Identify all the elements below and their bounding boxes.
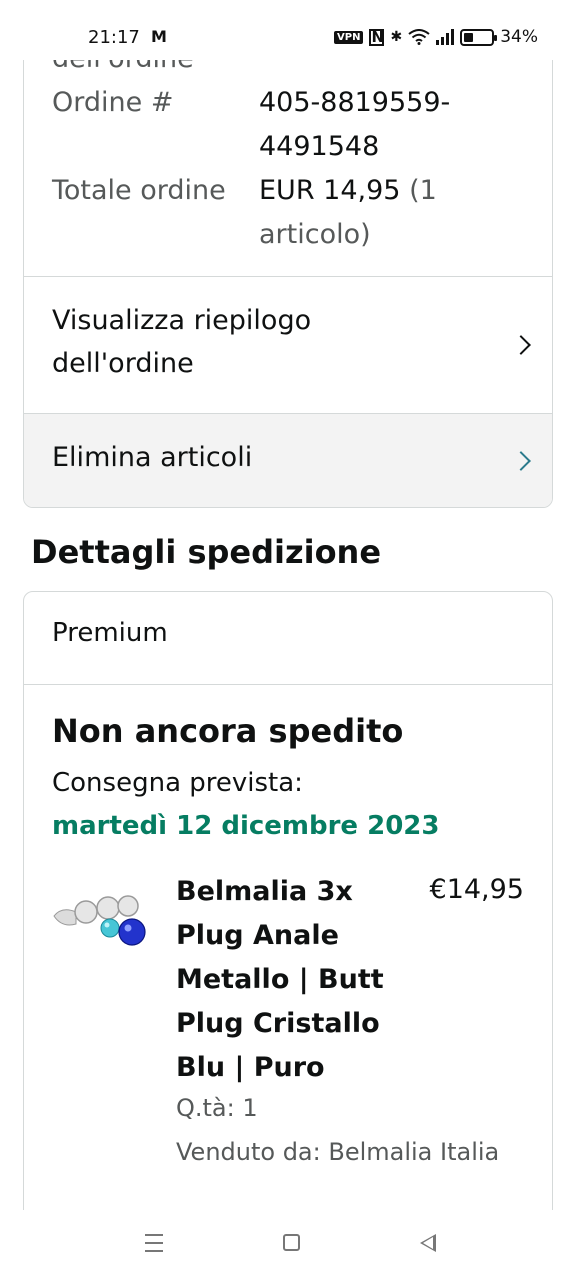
clock: 21:17 [88,27,140,48]
shipping-service: Premium [52,618,168,648]
back-icon[interactable] [420,1234,436,1252]
order-info-card: dell'ordine Ordine # 405-8819559-4491548… [23,20,553,508]
delivery-label: Consegna prevista: [52,768,303,798]
order-total-amount: EUR 14,95 [259,175,401,206]
delete-items-row[interactable]: Elimina articoli [24,414,552,507]
chevron-right-icon [511,451,531,471]
status-icons: VPN N ✱ 34% [334,27,538,47]
delete-items-label: Elimina articoli [52,442,253,473]
product-seller: Venduto da: Belmalia Italia [176,1138,500,1166]
order-number-value: 405-8819559-4491548 [259,87,451,162]
delivery-date: martedì 12 dicembre 2023 [52,811,440,841]
status-bar: 21:17 M VPN N ✱ 34% [0,0,576,60]
shipment-card: Premium Non ancora spedito Consegna prev… [23,591,553,1231]
product-price: €14,95 [429,874,524,905]
product-title-link[interactable]: Belmalia 3x Plug Anale Metallo | Butt Pl… [176,870,406,1090]
product-image[interactable] [52,890,152,954]
battery-percent: 34% [500,27,538,47]
cell-signal-icon [436,29,455,45]
wifi-icon [408,29,430,45]
shipping-details-title: Dettagli spedizione [31,533,382,571]
view-order-summary-row[interactable]: Visualizza riepilogo dell'ordine [24,277,552,413]
bluetooth-icon: ✱ [390,29,403,45]
chevron-right-icon [511,335,531,355]
view-order-summary-label: Visualizza riepilogo dell'ordine [52,305,312,379]
home-icon[interactable] [283,1234,300,1251]
recent-apps-icon[interactable] [145,1234,163,1258]
order-number-label: Ordine # [52,87,174,118]
nfc-icon: N [369,27,385,46]
order-total-label: Totale ordine [52,175,226,206]
battery-icon [460,28,498,46]
system-nav-bar [0,1210,576,1280]
product-quantity: Q.tà: 1 [176,1094,258,1122]
shipment-status: Non ancora spedito [52,712,404,750]
vpn-icon: VPN [334,30,364,44]
order-total-value: EUR 14,95 (1 articolo) [259,169,519,257]
divider [24,684,552,685]
gmail-icon: M [151,27,167,46]
